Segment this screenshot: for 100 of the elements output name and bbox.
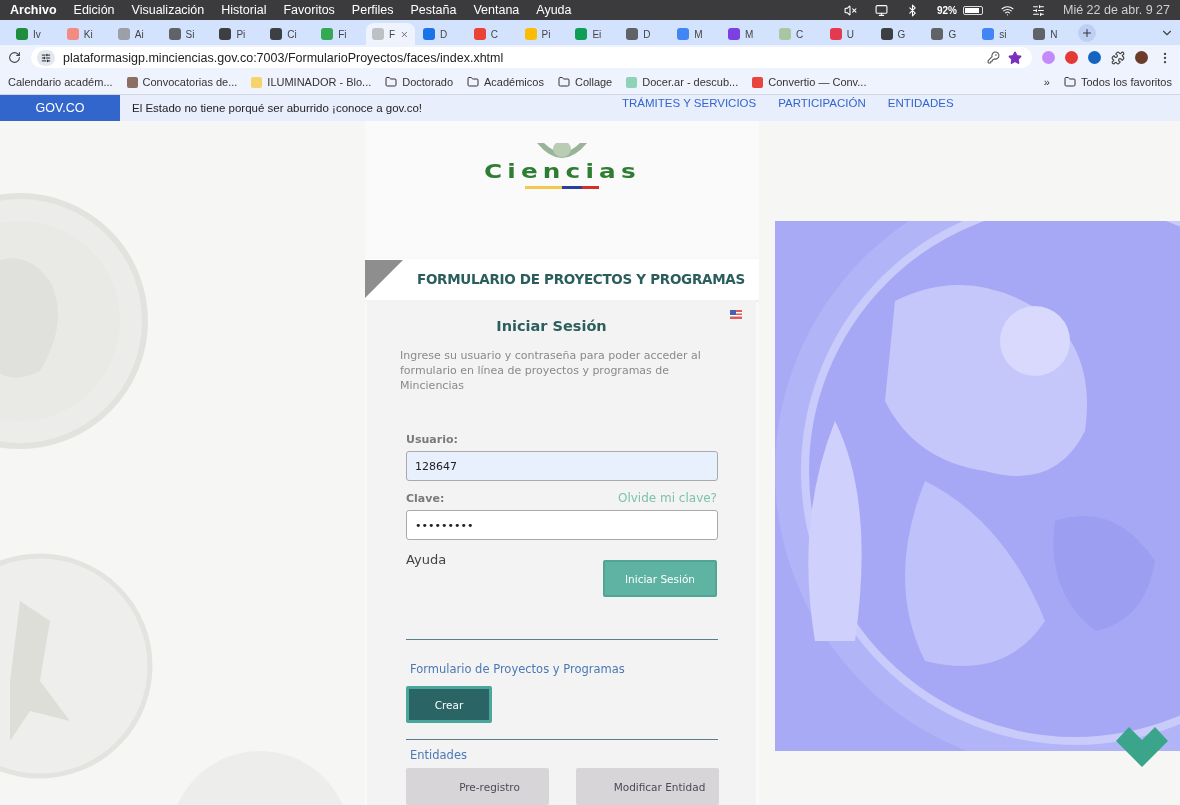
battery-icon [962,5,983,15]
folder-icon [557,76,570,88]
gov-message: El Estado no tiene porqué ser aburrido ¡conoce a gov.co! [132,102,424,114]
menu-item[interactable]: Ayuda [536,3,572,17]
tab-title: Iv [33,28,41,40]
browser-tab[interactable]: Fi [315,23,364,45]
bookmark[interactable]: Convocatorias de... [126,76,238,88]
action-button[interactable]: Pre-registro [406,768,549,805]
nav-link[interactable]: ENTIDADES [887,97,954,109]
browser-tab[interactable]: C [772,23,822,45]
wifi-icon[interactable] [1000,3,1014,17]
bookmark[interactable]: Convertio — Conv... [752,76,867,88]
browser-tab[interactable]: G [925,23,975,45]
username-field[interactable]: 128647 [406,451,718,481]
nav-link[interactable]: PARTICIPACIÓN [778,97,866,109]
tab-title: M [745,28,754,40]
mute-icon[interactable] [843,3,857,17]
logo-text: Ciencias [483,161,641,181]
clock: Mié 22 de abr. 9 27 [1062,3,1170,17]
tab-title: U [846,28,854,40]
browser-tab[interactable]: si [976,23,1026,45]
tab-title: Pi [541,28,551,40]
bookmark[interactable]: Todos los favoritos [1063,76,1172,88]
url-text: plataformasigp.minciencias.gov.co:7003/FormularioProyectos/faces/index.xhtml [63,50,505,65]
chevron-down-icon[interactable] [1116,727,1168,767]
browser-tab[interactable]: G [874,23,924,45]
menu-item[interactable]: Favoritos [283,3,335,17]
login-intro: Ingrese su usuario y contraseña para poder acceder al formulario en línea de proyectos y programas de Minciencias [400,348,702,393]
action-button[interactable]: Crear [406,686,492,723]
bookmark[interactable]: Calendario académ... [8,76,113,88]
browser-tab[interactable]: Pi [518,23,568,45]
menu-item[interactable]: Historial [221,3,267,17]
tab-title: Ki [83,28,93,40]
browser-tab[interactable]: D [620,23,670,45]
extension-icon[interactable] [1065,51,1078,64]
display-icon[interactable] [874,3,888,17]
us-flag-icon[interactable] [730,310,742,319]
bookmark[interactable]: Docer.ar - descub... [626,76,739,88]
tab-title: D [439,28,448,40]
tab-title: G [897,28,906,40]
extensions-icon[interactable] [1111,50,1125,65]
tab-title: Ci [287,28,297,40]
section-title: Entidades [410,748,468,762]
browser-tab[interactable]: Ai [111,23,161,45]
extension-icon[interactable] [1088,51,1101,64]
tab-title: M [694,28,703,40]
control-center-icon[interactable] [1031,3,1045,17]
browser-tab[interactable]: Pi [213,23,263,45]
bookmark[interactable]: Collage [557,76,613,88]
help-link[interactable]: Ayuda [406,552,447,597]
menu-item[interactable]: Pestaña [410,3,457,17]
action-button[interactable]: Modificar Entidad [576,768,719,805]
folder-icon [1063,76,1076,88]
browser-tab[interactable]: Si [162,23,212,45]
menu-item[interactable]: Edición [73,3,115,17]
browser-tab[interactable]: Ei [569,23,619,45]
browser-tab[interactable]: N [1027,23,1077,45]
tab-title: Fi [338,28,347,40]
folder-icon [467,76,479,88]
avatar-icon[interactable] [1135,51,1148,64]
browser-tab[interactable]: U [823,23,873,45]
gov-logo[interactable]: GOV.CO [0,95,120,121]
browser-tab[interactable]: M [722,23,771,45]
tab-title: si [999,28,1007,40]
flag-stripe-icon [525,186,599,189]
bookmark[interactable]: Académicos [467,76,544,88]
tab-title: N [1050,28,1058,40]
menu-item[interactable]: Visualización [131,3,205,17]
bookmark-star-icon[interactable] [1008,50,1022,65]
reload-icon[interactable] [8,51,21,64]
more-bookmarks[interactable]: » [1043,76,1050,88]
browser-tab[interactable]: M [671,23,721,45]
tab-title: Pi [236,28,246,40]
browser-tab[interactable]: Ki [60,23,110,45]
nav-link[interactable]: TRÁMITES Y SERVICIOS [622,97,757,109]
section-title: Formulario de Proyectos y Programas [410,662,626,676]
password-field[interactable]: ••••••••• [406,510,718,540]
browser-tab[interactable]: F [366,23,415,45]
key-icon[interactable] [987,51,1000,64]
new-tab-button[interactable] [1078,23,1097,42]
browser-tab[interactable]: D [416,23,466,45]
bookmark[interactable]: Doctorado [385,76,453,88]
menu-item[interactable]: Ventana [473,3,520,17]
tab-title: C [795,28,804,40]
tab-title: Ei [592,28,602,40]
menu-item[interactable]: Archivo [10,3,57,17]
plus-icon [1081,26,1094,39]
bookmark[interactable]: ILUMINADOR - Blo... [251,76,372,88]
browser-tab[interactable]: C [467,23,517,45]
tab-title: G [948,28,957,40]
address-bar[interactable]: plataformasigp.minciencias.gov.co:7003/FormularioProyectos/faces/index.xhtml [31,47,1032,68]
tab-title: Si [185,28,195,40]
browser-tab[interactable]: Iv [10,23,59,45]
field-label: Usuario: [406,433,459,446]
browser-tab[interactable]: Ci [264,23,314,45]
battery-percentage: 92% [936,4,957,16]
corner-icon [365,260,403,299]
menu-item[interactable]: Perfiles [351,3,394,17]
tab-title: F [389,28,396,40]
site-info-icon[interactable] [37,49,55,66]
